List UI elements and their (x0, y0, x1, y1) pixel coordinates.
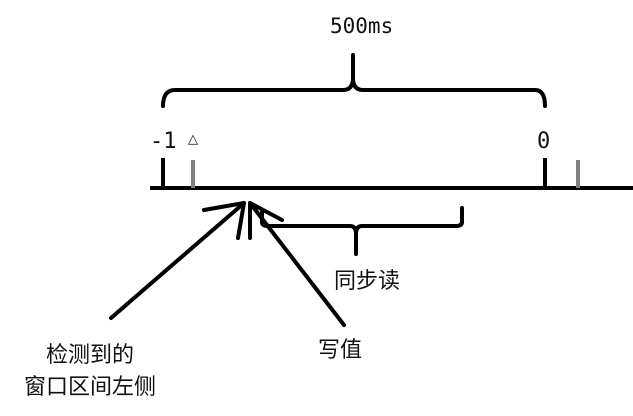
triangle-marker-icon: △ (188, 132, 198, 147)
sync-read-label: 同步读 (334, 269, 401, 294)
detect-arrow (109, 201, 246, 320)
timeline-diagram: 500ms -1 △ 0 同步读 写值 检测到的 窗口区间左侧 (0, 0, 633, 411)
detected-window-left-label: 检测到的 窗口区间左侧 (24, 340, 156, 404)
duration-brace (161, 53, 547, 108)
sync-read-brace (260, 206, 464, 256)
detect-label-line-1: 检测到的 (46, 343, 135, 368)
tick-label-zero: 0 (537, 129, 551, 154)
detect-label-line-2: 窗口区间左侧 (24, 375, 157, 400)
write-arrow (248, 201, 346, 327)
duration-label: 500ms (330, 14, 394, 38)
write-value-label: 写值 (318, 338, 363, 363)
tick-label-minus-1: -1 (150, 129, 177, 154)
